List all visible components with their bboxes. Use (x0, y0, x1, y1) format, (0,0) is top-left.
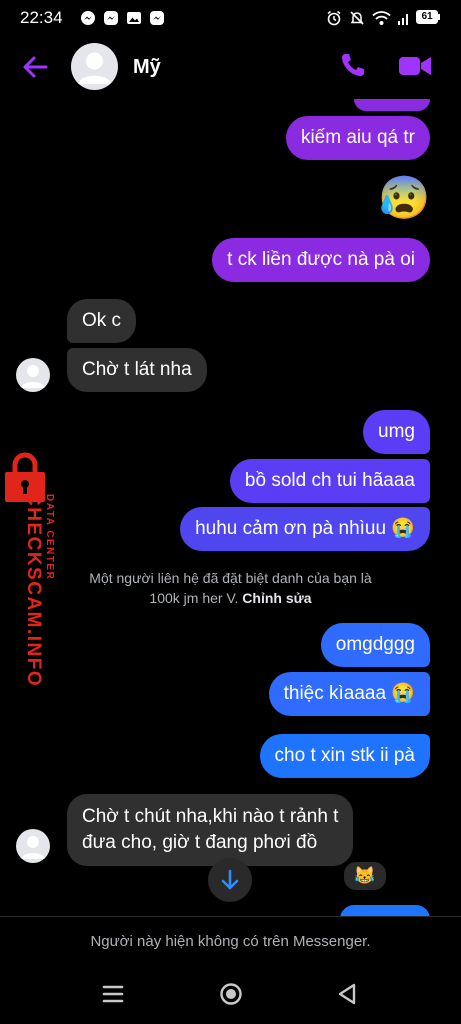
voice-call-icon[interactable] (340, 52, 366, 78)
status-bar: 22:34 61 (0, 0, 461, 38)
default-avatar-icon (21, 365, 45, 388)
message-bubble-outgoing[interactable]: cho t xin stk ii pà (259, 734, 430, 778)
sender-avatar[interactable] (16, 358, 50, 392)
message-bubble-outgoing[interactable]: thiệc kìaaaa 😭 (268, 672, 430, 716)
recent-apps-icon[interactable] (102, 984, 124, 1004)
message-bubble-outgoing[interactable]: huhu cảm ơn pà nhìuu 😭 (180, 507, 430, 551)
back-icon[interactable] (336, 982, 358, 1006)
watermark-line-1: DATA CENTER (44, 494, 55, 581)
signal-icon (398, 14, 408, 25)
system-notice: Một người liên hệ đã đặt biệt danh của b… (40, 568, 421, 608)
watermark: DATA CENTER CHECKSCAM.INFO (3, 452, 55, 687)
messenger-icon (104, 11, 118, 25)
sender-avatar[interactable] (16, 829, 50, 863)
messenger-icon (150, 11, 164, 25)
watermark-text: DATA CENTER CHECKSCAM.INFO (15, 492, 55, 692)
emoji-message[interactable]: 😰 (378, 174, 430, 222)
video-call-icon[interactable] (398, 55, 432, 77)
message-bubble-outgoing[interactable]: omgdggg (320, 623, 430, 667)
battery-level: 61 (421, 11, 433, 22)
messenger-icon (81, 11, 95, 25)
status-time: 22:34 (20, 8, 63, 27)
gallery-icon (127, 12, 141, 24)
message-bubble-outgoing[interactable]: bồ sold ch tui hãaaa (229, 459, 430, 503)
message-bubble-partial[interactable] (354, 99, 430, 111)
message-text-line-2: đưa cho, giờ t đang phơi đồ (82, 832, 318, 853)
default-avatar-icon (78, 52, 111, 84)
message-reaction[interactable]: 😹 (342, 860, 388, 892)
alarm-icon (327, 10, 341, 26)
message-bubble-incoming[interactable]: Chờ t chút nha,khi nào t rảnh t đưa cho,… (67, 794, 354, 866)
home-icon[interactable] (219, 982, 243, 1006)
watermark-line-2: CHECKSCAM.INFO (23, 492, 44, 688)
edit-nickname-link[interactable]: Chỉnh sửa (242, 590, 311, 606)
unavailable-notice-text: Người này hiện không có trên Messenger. (90, 933, 371, 950)
default-avatar-icon (21, 836, 45, 859)
battery-icon: 61 (416, 10, 438, 24)
contact-avatar[interactable] (71, 43, 118, 90)
scroll-to-bottom-button[interactable] (208, 858, 252, 902)
message-bubble-incoming[interactable]: Ok c (67, 299, 137, 343)
battery-tip (438, 14, 440, 20)
arrow-down-icon (221, 869, 239, 890)
back-arrow-icon[interactable] (20, 52, 50, 82)
message-bubble-outgoing[interactable]: kiếm aiu qá tr (285, 116, 430, 160)
contact-name[interactable]: Mỹ (133, 56, 161, 79)
wifi-icon (372, 11, 391, 25)
system-notice-text-1: Một người liên hệ đã đặt biệt danh của b… (89, 570, 372, 586)
message-bubble-incoming[interactable]: Chờ t lát nha (67, 348, 207, 392)
mute-icon (350, 11, 364, 25)
system-nav-bar (0, 966, 461, 1024)
message-text-line-1: Chờ t chút nha,khi nào t rảnh t (82, 806, 339, 827)
unavailable-notice: Người này hiện không có trên Messenger. (0, 916, 461, 967)
system-notice-text-2: 100k jm her V. (149, 590, 239, 606)
message-bubble-outgoing[interactable]: t ck liền được nà pà oi (212, 238, 430, 282)
message-bubble-outgoing[interactable]: umg (363, 410, 430, 454)
